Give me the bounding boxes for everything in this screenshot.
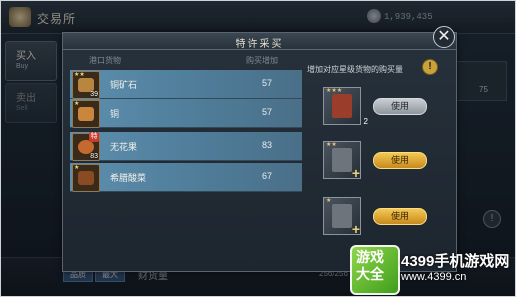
- goods-row[interactable]: ★★ 39 铜矿石 57: [70, 70, 302, 99]
- dialog-header: 特许采买: [63, 33, 456, 50]
- goods-row[interactable]: 特 83 无花果 83: [70, 132, 302, 161]
- add-icon[interactable]: +: [352, 222, 360, 236]
- gray-book-icon: [332, 148, 352, 172]
- use-button[interactable]: 使用: [373, 152, 427, 169]
- game-screen: 交易所 1,939,435 买入 Buy 卖出 Sell 75 品质 最大 财货…: [0, 0, 516, 297]
- goods-name: 无花果: [110, 142, 138, 152]
- book-count: 2: [363, 117, 368, 126]
- license-book-3star[interactable]: ★★★ 2: [323, 87, 368, 126]
- red-book-icon: [332, 94, 352, 118]
- star-rating: ★★: [74, 72, 85, 78]
- star-rating: ★: [326, 198, 332, 204]
- license-book-2star[interactable]: ★★ +: [323, 141, 361, 180]
- greek-pickles-icon: ★: [72, 164, 100, 192]
- gray-book-icon: [332, 204, 352, 228]
- goods-qty: 67: [262, 171, 273, 181]
- fig-icon: 特 83: [72, 132, 100, 161]
- goods-name: 希腊酸菜: [110, 173, 147, 183]
- site-logo-text-bottom: 大全: [356, 267, 384, 283]
- add-icon[interactable]: +: [352, 166, 360, 180]
- star-rating: ★: [74, 165, 80, 171]
- goods-row[interactable]: ★ 铜 57: [70, 99, 302, 128]
- purchase-hint: 增加对应星级货物的购买量: [307, 65, 403, 74]
- use-button[interactable]: 使用: [373, 98, 427, 115]
- license-book-1star[interactable]: ★ +: [323, 197, 361, 236]
- close-button[interactable]: ✕: [433, 26, 455, 48]
- star-rating: ★: [74, 101, 80, 107]
- site-brand: 4399手机游戏网: [401, 253, 510, 270]
- dialog-title: 特许采买: [235, 39, 284, 50]
- goods-name: 铜: [110, 109, 120, 119]
- star-rating: ★★★: [326, 88, 343, 94]
- site-url: www.4399.cn: [401, 271, 467, 283]
- copper-icon: ★: [72, 100, 100, 128]
- goods-name: 铜矿石: [110, 80, 138, 90]
- item-count: 83: [90, 153, 98, 160]
- goods-qty: 57: [262, 78, 273, 88]
- column-qty-header: 购买增加: [246, 56, 278, 65]
- use-button[interactable]: 使用: [373, 208, 427, 225]
- goods-qty: 83: [262, 140, 273, 150]
- column-goods-header: 港口货物: [89, 56, 121, 65]
- copper-ore-icon: ★★ 39: [72, 71, 100, 99]
- warning-icon[interactable]: !: [422, 59, 438, 75]
- item-count: 39: [90, 91, 98, 98]
- goods-row[interactable]: ★ 希腊酸菜 67: [70, 163, 302, 192]
- special-badge: 特: [89, 132, 99, 142]
- goods-qty: 57: [262, 107, 273, 117]
- star-rating: ★★: [326, 142, 337, 148]
